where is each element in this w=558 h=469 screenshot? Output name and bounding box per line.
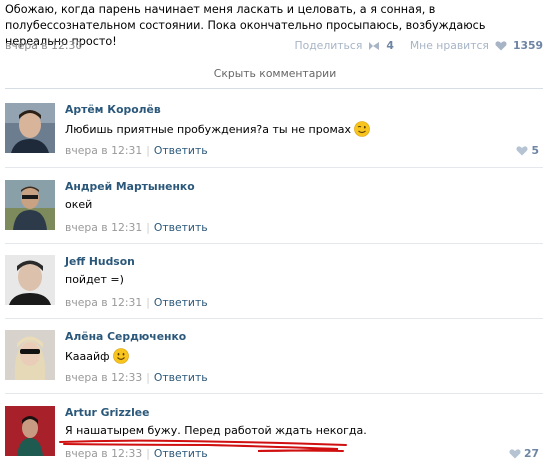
comment-item: Artur Grizzlee Я нашатырем бужу. Перед р… xyxy=(0,406,550,469)
heart-icon[interactable] xyxy=(516,145,529,156)
comment-text: Любишь приятные пробуждения?а ты не пром… xyxy=(65,121,370,137)
red-underline-annotation xyxy=(59,439,347,452)
avatar[interactable] xyxy=(5,103,55,153)
comment-meta: вчера в 12:31 | Ответить xyxy=(65,296,208,309)
divider xyxy=(5,393,543,394)
comment-text-content: Любишь приятные пробуждения?а ты не пром… xyxy=(65,123,352,136)
comment-time[interactable]: вчера в 12:31 xyxy=(65,144,142,157)
share-button[interactable]: Поделиться xyxy=(294,39,362,52)
like-button[interactable]: Мне нравится xyxy=(410,39,489,52)
post-meta: вчера в 12:30 Поделиться 4 Мне нравится … xyxy=(5,39,543,55)
comment-text: пойдет =) xyxy=(65,273,124,286)
wink-emoji-icon xyxy=(354,121,370,137)
comment-meta: вчера в 12:33 | Ответить xyxy=(65,371,208,384)
avatar[interactable] xyxy=(5,180,55,230)
reply-button[interactable]: Ответить xyxy=(154,371,208,384)
post-actions: Поделиться 4 Мне нравится 1359 xyxy=(294,39,543,52)
comment-author[interactable]: Artur Grizzlee xyxy=(65,406,149,419)
reply-button[interactable]: Ответить xyxy=(154,221,208,234)
hide-comments-link[interactable]: Скрыть комментарии xyxy=(0,67,550,80)
divider xyxy=(5,167,543,168)
comment-meta: вчера в 12:31 | Ответить xyxy=(65,221,208,234)
divider xyxy=(5,318,543,319)
comment-likes[interactable]: 27 xyxy=(509,447,539,460)
smile-emoji-icon xyxy=(112,348,129,364)
divider xyxy=(5,243,543,244)
reply-button[interactable]: Ответить xyxy=(154,296,208,309)
comment-text: Я нашатырем бужу. Перед работой ждать не… xyxy=(65,424,367,437)
comment-time[interactable]: вчера в 12:31 xyxy=(65,296,142,309)
comment-meta: вчера в 12:31 | Ответить xyxy=(65,144,208,157)
comment-text: окей xyxy=(65,198,93,211)
comment-like-count: 5 xyxy=(531,144,539,157)
comment-text: Кааайф xyxy=(65,348,129,364)
comment-time[interactable]: вчера в 12:31 xyxy=(65,221,142,234)
share-icon[interactable] xyxy=(368,41,380,51)
comment-author[interactable]: Артём Королёв xyxy=(65,103,161,116)
meta-separator: | xyxy=(146,221,150,234)
meta-separator: | xyxy=(146,296,150,309)
reply-button[interactable]: Ответить xyxy=(154,144,208,157)
comment-likes[interactable]: 5 xyxy=(516,144,539,157)
comment-author[interactable]: Алёна Сердюченко xyxy=(65,330,186,343)
heart-icon[interactable] xyxy=(509,448,521,459)
post-time[interactable]: вчера в 12:30 xyxy=(5,39,82,52)
comment-like-count: 27 xyxy=(523,447,539,460)
share-count: 4 xyxy=(386,39,394,52)
divider xyxy=(5,88,543,89)
avatar[interactable] xyxy=(5,330,55,380)
comment-author[interactable]: Андрей Мартыненко xyxy=(65,180,195,193)
comment-time[interactable]: вчера в 12:33 xyxy=(65,371,142,384)
meta-separator: | xyxy=(146,371,150,384)
like-count: 1359 xyxy=(512,39,543,52)
comment-author[interactable]: Jeff Hudson xyxy=(65,255,135,268)
avatar[interactable] xyxy=(5,406,55,456)
meta-separator: | xyxy=(146,144,150,157)
heart-icon[interactable] xyxy=(495,40,507,51)
avatar[interactable] xyxy=(5,255,55,305)
comment-text-content: Кааайф xyxy=(65,350,110,363)
